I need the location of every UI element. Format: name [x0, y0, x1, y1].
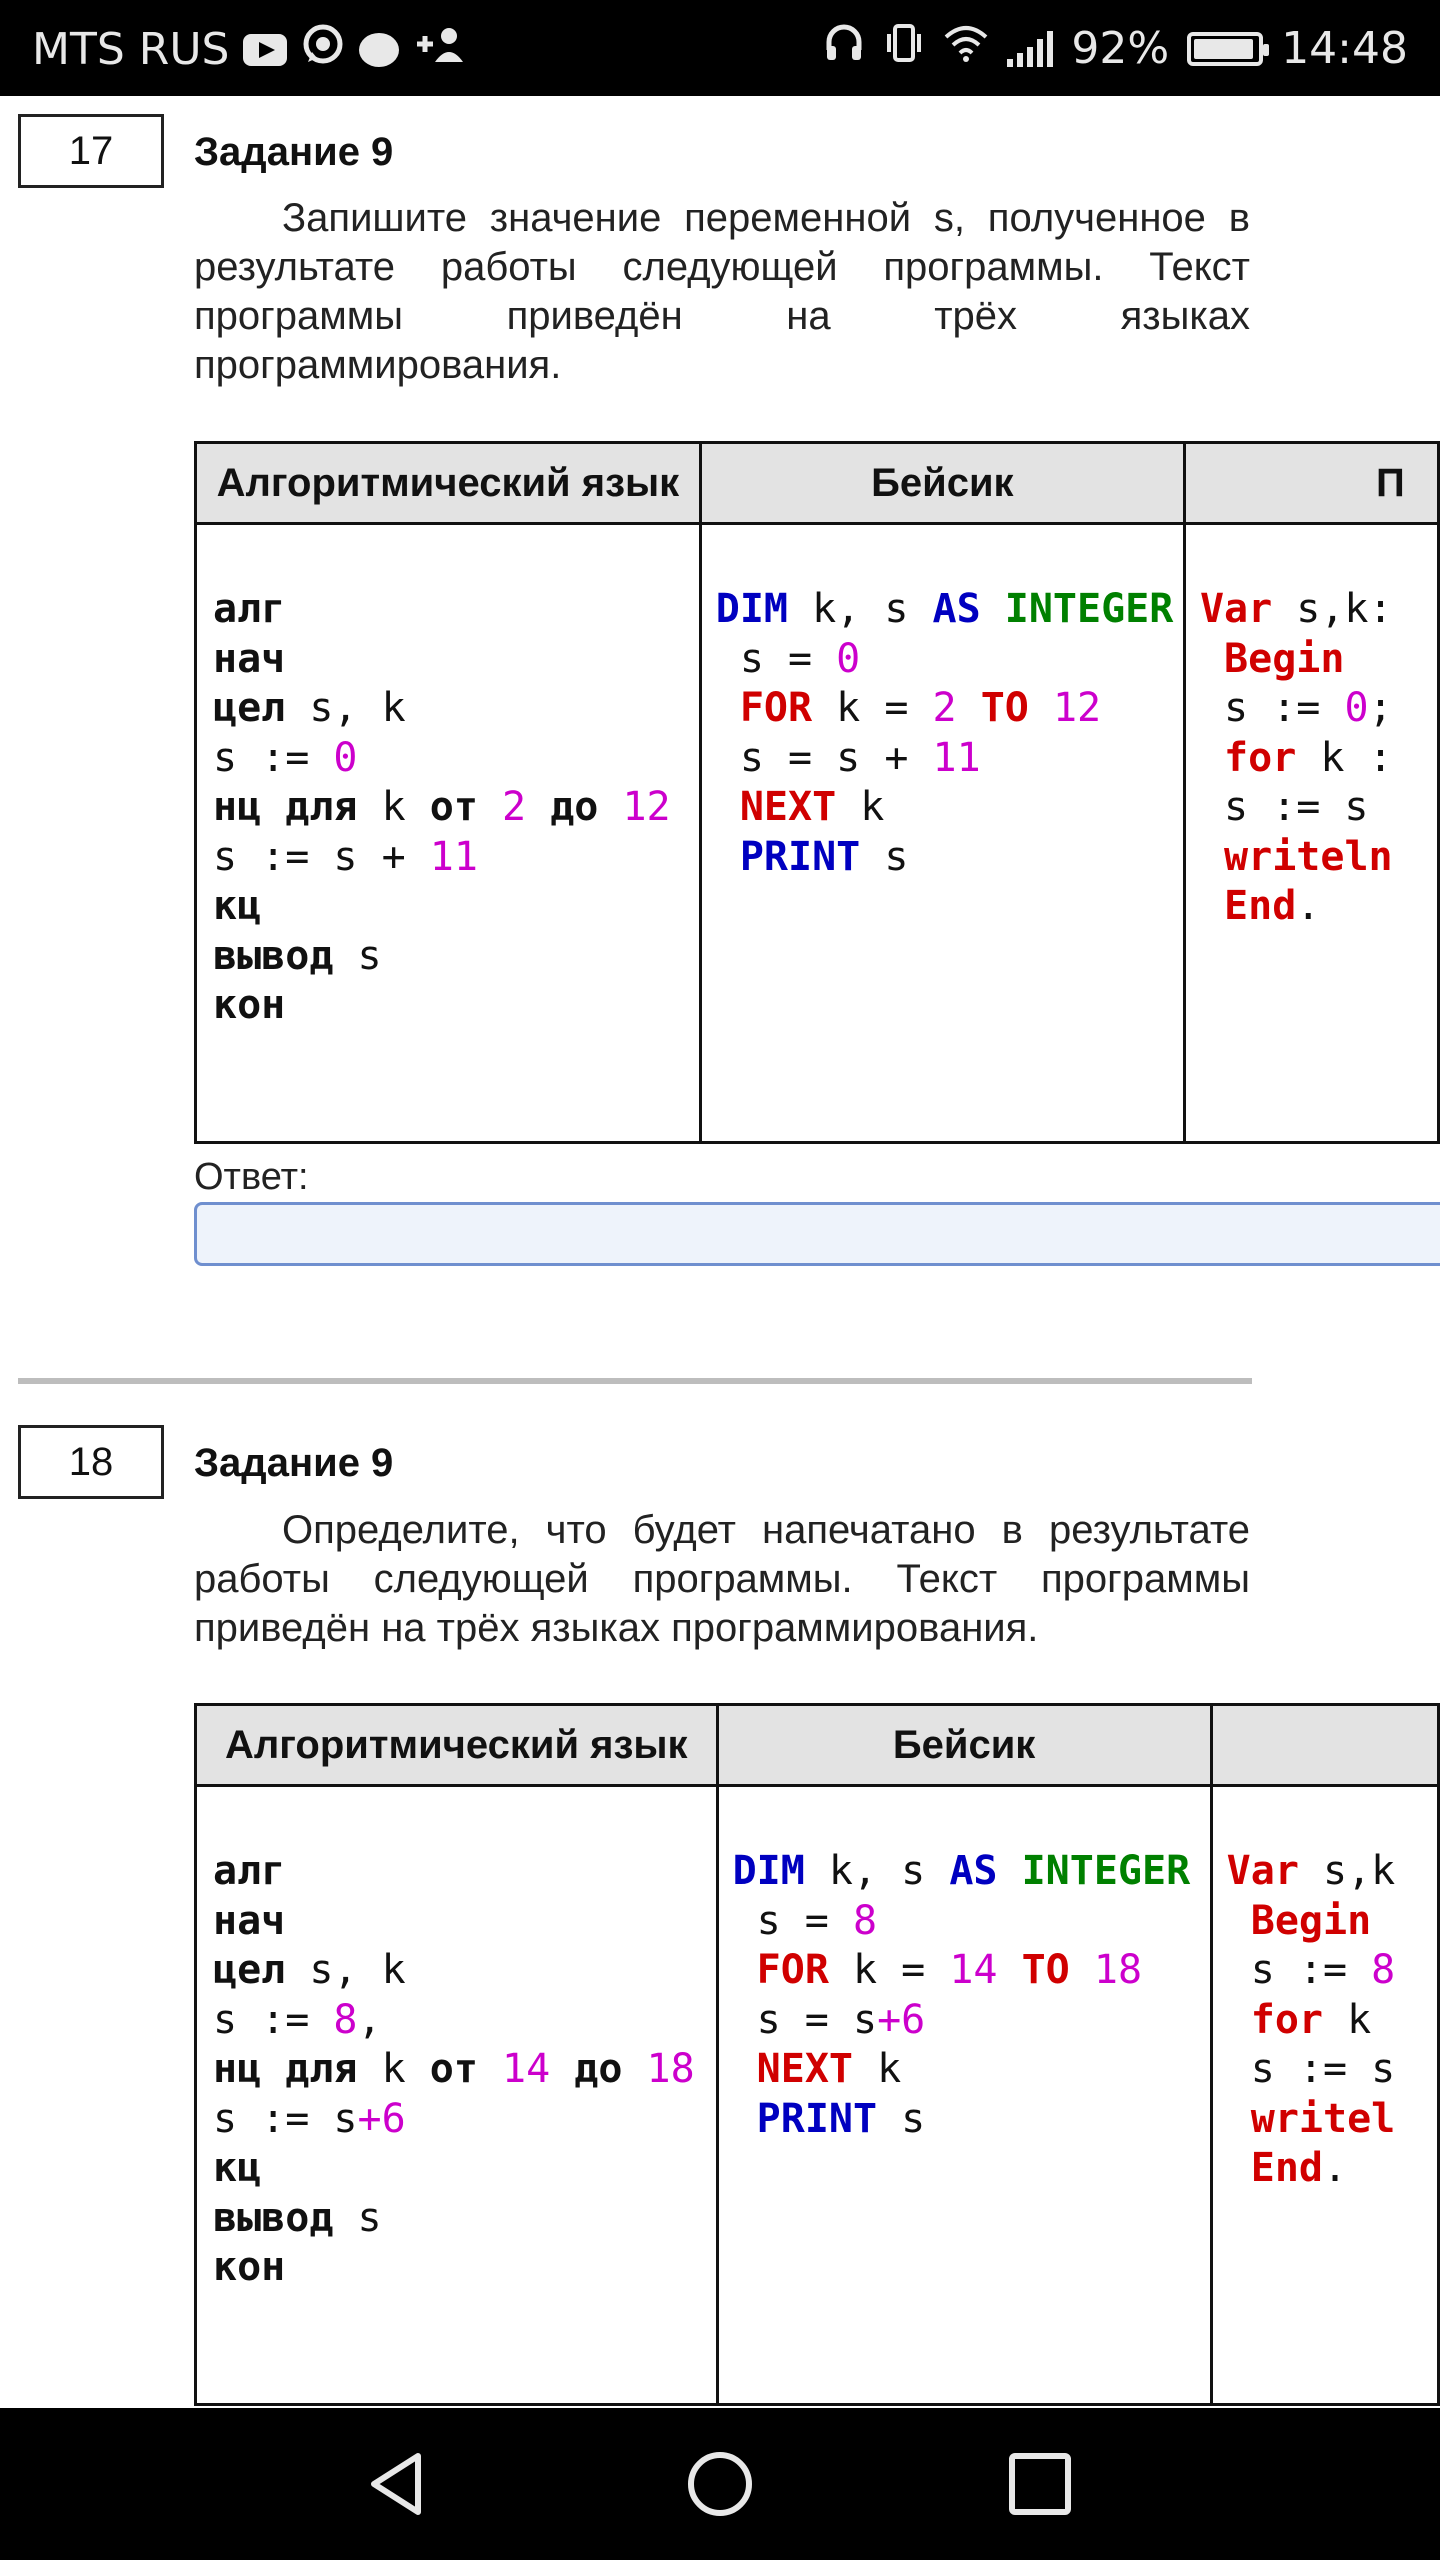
battery-icon — [1187, 31, 1270, 66]
status-bar-right: 92% 14:48 — [823, 22, 1408, 75]
add-contact-icon — [413, 24, 465, 75]
task-text: Запишите значение переменной s, полученн… — [194, 196, 1250, 387]
status-bar: MTS RUS 92% 14:48 — [0, 0, 1440, 96]
task-title: Задание 9 — [194, 1441, 394, 1485]
task-divider — [18, 1378, 1252, 1384]
task-number: 17 — [68, 128, 114, 173]
task-number: 18 — [68, 1439, 114, 1484]
clock: 14:48 — [1281, 23, 1408, 74]
column-header-basic: Бейсик — [715, 1703, 1213, 1787]
wifi-icon — [943, 23, 989, 74]
task-text: Определите, что будет напечатано в резул… — [194, 1508, 1250, 1650]
task-number-box: 17 — [18, 114, 164, 188]
youtube-icon — [243, 33, 288, 66]
code-table: Алгоритмический язык Бейсик П алг нач це… — [194, 441, 1440, 1144]
battery-percent: 92% — [1071, 23, 1170, 74]
column-header-basic: Бейсик — [698, 441, 1186, 525]
algorithmic-code: алг нач цел s, k s := 0 нц для k от 2 до… — [194, 522, 702, 1144]
carrier-name: MTS RUS — [32, 24, 230, 75]
back-icon[interactable] — [360, 2448, 440, 2520]
column-header-pascal — [1209, 1703, 1440, 1787]
answer-input[interactable] — [194, 1202, 1440, 1266]
pascal-code: Var s,k: Begin s := 0; for k : s := s wr… — [1182, 522, 1440, 1144]
vibrate-icon — [883, 22, 925, 75]
column-header-pascal: П — [1182, 441, 1440, 525]
home-icon[interactable] — [680, 2448, 760, 2520]
recent-apps-icon[interactable] — [1000, 2448, 1080, 2520]
chat-icon — [359, 32, 400, 67]
basic-code: DIM k, s AS INTEGER s = 8 FOR k = 14 TO … — [715, 1784, 1213, 2406]
signal-icon — [1007, 30, 1054, 67]
algorithmic-code: алг нач цел s, k s := 8, нц для k от 14 … — [194, 1784, 719, 2406]
basic-code: DIM k, s AS INTEGER s = 0 FOR k = 2 TO 1… — [698, 522, 1186, 1144]
whatsapp-icon — [301, 22, 345, 77]
code-table: Алгоритмический язык Бейсик алг нач цел … — [194, 1703, 1440, 2406]
task-title: Задание 9 — [194, 130, 394, 174]
navigation-bar — [0, 2408, 1440, 2560]
headset-icon — [823, 22, 865, 75]
answer-label: Ответ: — [194, 1156, 309, 1198]
status-bar-left: MTS RUS — [32, 22, 465, 77]
task-number-box: 18 — [18, 1425, 164, 1499]
column-header-algorithmic: Алгоритмический язык — [194, 1703, 719, 1787]
column-header-algorithmic: Алгоритмический язык — [194, 441, 702, 525]
pascal-code: Var s,k Begin s := 8 for k s := s writel… — [1209, 1784, 1440, 2406]
